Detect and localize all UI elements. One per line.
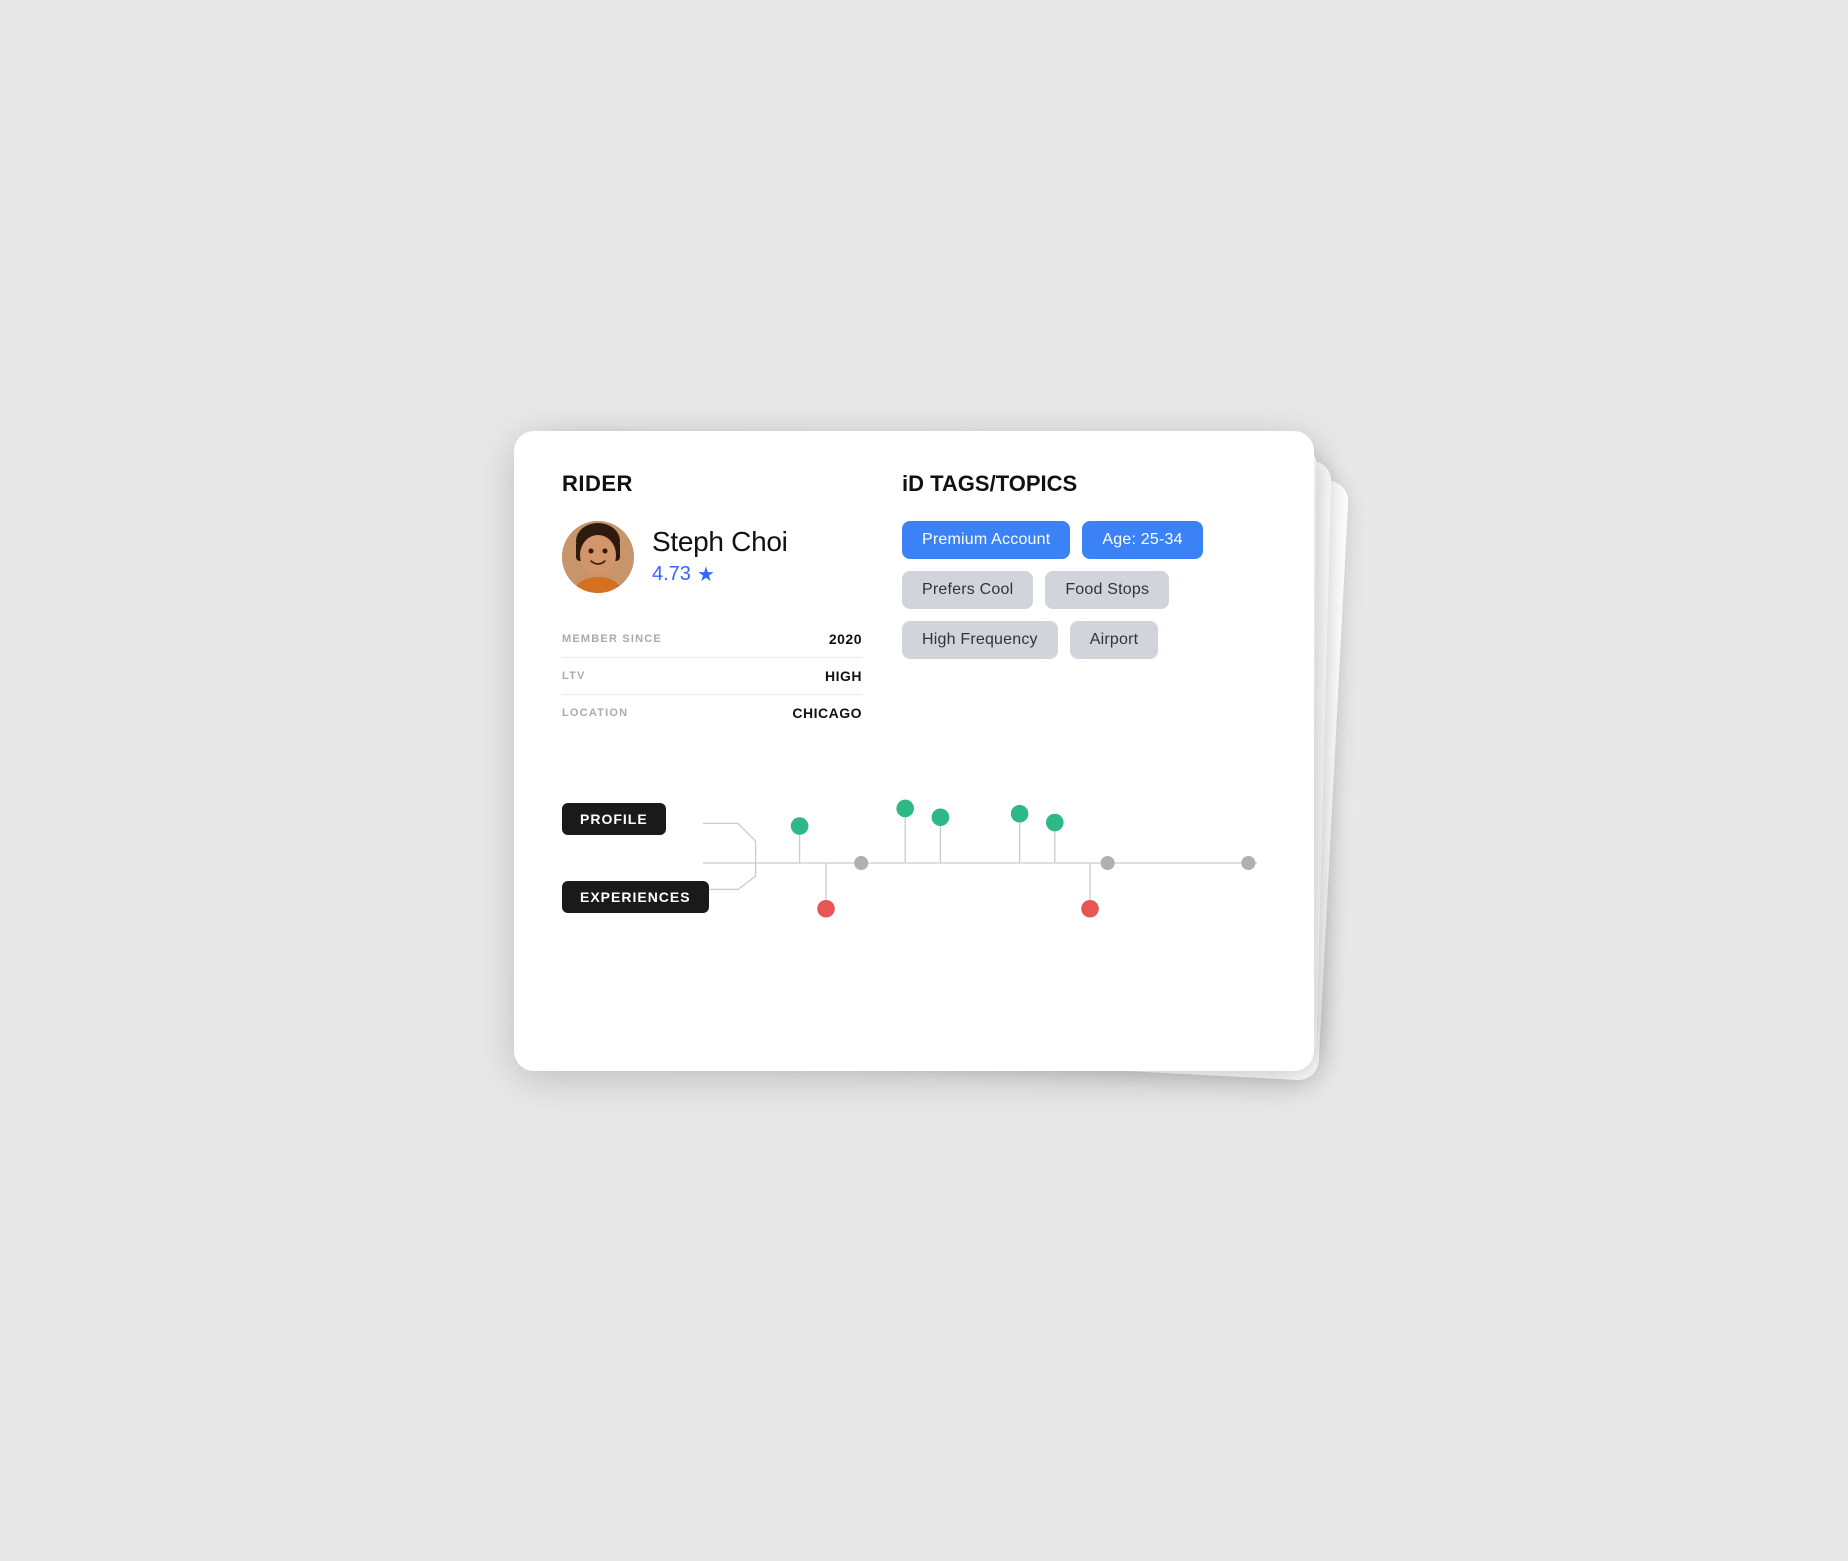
tag-airport: Airport: [1070, 621, 1159, 659]
location-value: CHICAGO: [792, 705, 862, 721]
tag-prefers-cool: Prefers Cool: [902, 571, 1033, 609]
ltv-label: LTV: [562, 670, 586, 682]
tag-food-stops: Food Stops: [1045, 571, 1169, 609]
tags-row-1: Premium Account Age: 25-34: [902, 521, 1266, 559]
tags-row-3: High Frequency Airport: [902, 621, 1266, 659]
scene: RIDER: [514, 431, 1334, 1131]
ltv-row: LTV HIGH: [562, 658, 862, 695]
rider-name-block: Steph Choi 4.73 ★: [652, 526, 788, 587]
rider-rating: 4.73 ★: [652, 562, 788, 587]
rider-info: Steph Choi 4.73 ★: [562, 521, 862, 593]
member-since-row: MEMBER SINCE 2020: [562, 621, 862, 658]
rating-value: 4.73: [652, 563, 691, 586]
timeline-svg: [562, 763, 1266, 963]
main-card: RIDER: [514, 431, 1314, 1071]
tag-premium-account: Premium Account: [902, 521, 1070, 559]
star-icon: ★: [697, 562, 715, 587]
ltv-value: HIGH: [825, 668, 862, 684]
timeline-section: PROFILE EXPERIENCES: [562, 763, 1266, 963]
tags-column: iD TAGS/TOPICS Premium Account Age: 25-3…: [902, 471, 1266, 731]
member-since-label: MEMBER SINCE: [562, 633, 662, 645]
tags-row-2: Prefers Cool Food Stops: [902, 571, 1266, 609]
rider-section-title: RIDER: [562, 471, 862, 497]
rider-column: RIDER: [562, 471, 862, 731]
experiences-label: EXPERIENCES: [562, 881, 709, 913]
location-label: LOCATION: [562, 707, 628, 719]
tags-grid: Premium Account Age: 25-34 Prefers Cool …: [902, 521, 1266, 659]
rider-name: Steph Choi: [652, 526, 788, 558]
profile-label: PROFILE: [562, 803, 666, 835]
avatar: [562, 521, 634, 593]
tag-high-frequency: High Frequency: [902, 621, 1058, 659]
tag-age: Age: 25-34: [1082, 521, 1202, 559]
top-section: RIDER: [562, 471, 1266, 731]
location-row: LOCATION CHICAGO: [562, 695, 862, 731]
tags-section-title: iD TAGS/TOPICS: [902, 471, 1266, 497]
member-since-value: 2020: [829, 631, 862, 647]
